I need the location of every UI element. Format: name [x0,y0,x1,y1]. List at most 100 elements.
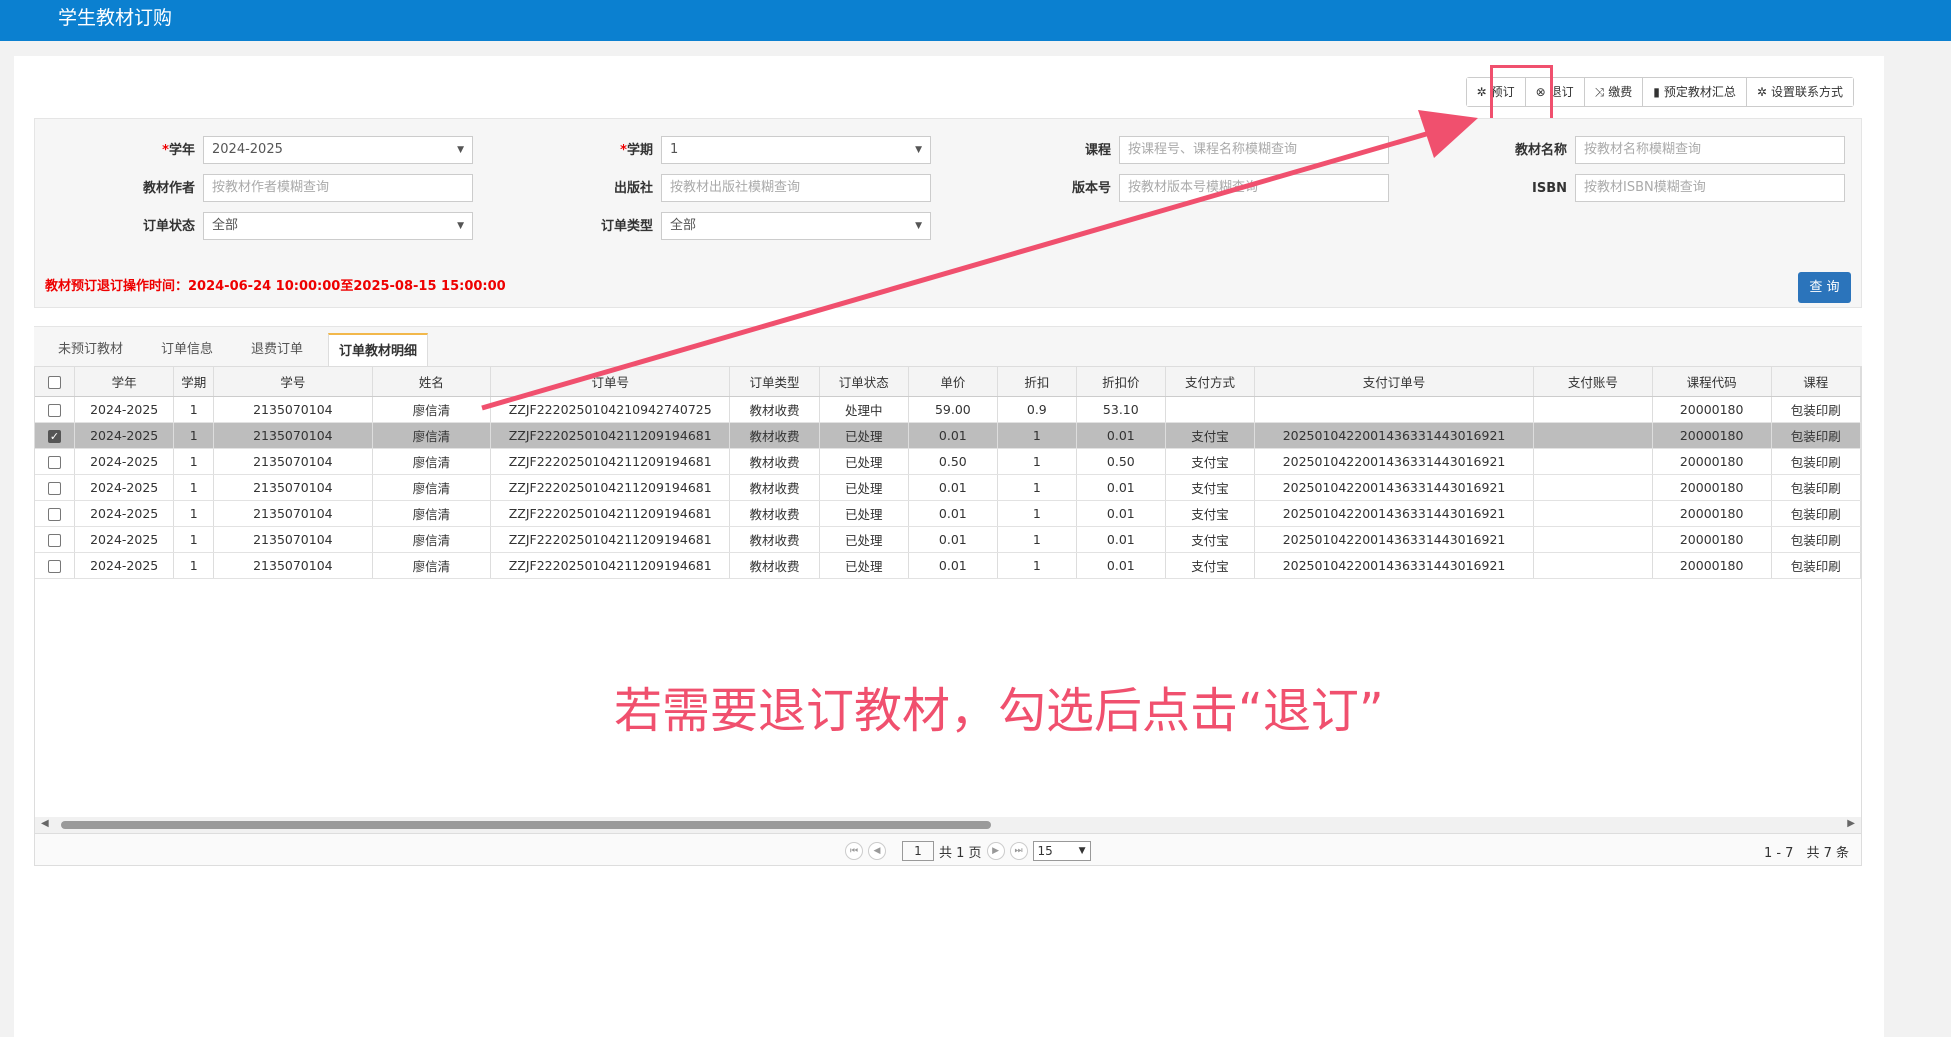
author-label: 教材作者 [142,181,195,196]
table-cell: 包装印刷 [1771,526,1861,553]
column-header[interactable]: 学年 [74,367,175,397]
next-page-icon[interactable]: ▶ [986,842,1005,860]
row-select-cell[interactable] [35,526,75,553]
table-cell: 廖信清 [372,474,492,501]
row-checkbox[interactable] [47,507,61,521]
first-page-icon[interactable]: ⏮ [845,842,863,860]
column-header[interactable]: 姓名 [372,367,492,397]
scroll-left-icon[interactable]: ◀ [41,818,49,829]
isbn-search-input[interactable]: 按教材ISBN模糊查询 [1575,174,1845,202]
table-cell: 20000180 [1652,500,1772,527]
order-details-grid: 学年 学期 学号 姓名 订单号 订单类型 订单状态 单价 折扣 折扣价 支付方式 支付订单号 支付账号课… [34,366,1862,834]
select-all-cell[interactable] [35,367,75,397]
table-cell: 廖信清 [372,526,492,553]
term-select[interactable]: 1 ▼ [661,136,931,164]
table-row[interactable]: 2024-2025 1 2135070104 廖信清 ZZJF2220250104211… [35,500,1861,527]
page-number-input[interactable]: 1 [902,841,934,861]
tab-order-info[interactable]: 订单信息 [151,333,223,367]
query-button[interactable]: 查 询 [1798,272,1851,303]
page-size-select[interactable]: 15 ▼ [1032,841,1091,861]
column-header[interactable]: 单价 [908,367,998,397]
app-title: 学生教材订购 [58,7,173,29]
column-header[interactable]: 课程代码 [1652,367,1772,397]
table-cell: 0.01 [908,526,998,553]
table-row[interactable]: 2024-2025 1 2135070104 廖信清 ZZJF2220250104211… [35,474,1861,501]
column-header[interactable]: 订单类型 [729,367,820,397]
table-cell: 2024-2025 [74,422,175,449]
school-year-select[interactable]: 2024-2025 ▼ [203,136,473,164]
shuffle-icon: ⤨ [1594,85,1605,99]
row-select-cell[interactable] [35,552,75,579]
table-cell: 教材收费 [729,396,820,423]
table-row[interactable]: 2024-2025 1 2135070104 廖信清 ZZJF2220250104210… [35,396,1861,423]
table-cell: 1 [997,500,1077,527]
last-page-icon[interactable]: ⏭ [1009,842,1028,860]
prev-page-icon[interactable]: ◀ [868,842,886,860]
table-cell [1533,526,1653,553]
pay-button[interactable]: ⤨ 缴费 [1584,78,1644,106]
table-cell: 2024-2025 [74,552,175,579]
scroll-right-icon[interactable]: ▶ [1847,818,1855,829]
row-checkbox[interactable] [47,533,61,547]
row-checkbox[interactable] [47,559,61,573]
column-header[interactable]: 折扣价 [1076,367,1166,397]
scrollbar-thumb[interactable] [61,821,991,829]
table-row[interactable]: ✓ 2024-2025 1 2135070104 廖信清 ZZJF222025010421… [35,422,1861,449]
table-cell: 0.01 [1076,422,1166,449]
term-label: *学期 [620,143,653,158]
column-header[interactable]: 订单状态 [819,367,909,397]
table-cell: 59.00 [908,396,998,423]
column-header[interactable]: 支付方式 [1165,367,1256,397]
table-cell: 2135070104 [213,526,373,553]
chevron-down-icon: ▼ [915,221,922,231]
table-cell: 教材收费 [729,474,820,501]
table-cell: 2135070104 [213,422,373,449]
table-cell: 2025010422001436331443016921 [1254,500,1534,527]
order-status-select[interactable]: 全部 ▼ [203,212,473,240]
row-select-cell[interactable] [35,448,75,475]
column-header[interactable]: 学号 [213,367,373,397]
row-checkbox[interactable] [47,455,61,469]
edition-search-input[interactable]: 按教材版本号模糊查询 [1119,174,1389,202]
course-search-input[interactable]: 按课程号、课程名称模糊查询 [1119,136,1389,164]
row-checkbox[interactable]: ✓ [47,429,61,443]
book-summary-button[interactable]: ▮ 预定教材汇总 [1643,78,1747,106]
tab-unreserved-books[interactable]: 未预订教材 [48,333,133,367]
row-checkbox[interactable] [47,403,61,417]
table-row[interactable]: 2024-2025 1 2135070104 廖信清 ZZJF2220250104211… [35,552,1861,579]
column-header[interactable]: 支付订单号 [1254,367,1534,397]
table-cell: 0.01 [908,552,998,579]
table-row[interactable]: 2024-2025 1 2135070104 廖信清 ZZJF2220250104211… [35,526,1861,553]
record-count-info: 1 - 7 共 7 条 [1763,846,1849,861]
column-header[interactable]: 课程 [1771,367,1861,397]
order-details-table: 学年 学期 学号 姓名 订单号 订单类型 订单状态 单价 折扣 折扣价 支付方式 支付订单号 支付账号课… [35,367,1861,579]
column-header[interactable]: 学期 [173,367,215,397]
publisher-label: 出版社 [613,181,653,196]
table-row[interactable]: 2024-2025 1 2135070104 廖信清 ZZJF2220250104211… [35,448,1861,475]
row-checkbox[interactable] [47,481,61,495]
contact-settings-button[interactable]: ✲ 设置联系方式 [1746,78,1853,106]
total-pages-text: 共 1 页 [939,845,982,861]
select-all-checkbox[interactable] [47,375,61,389]
horizontal-scrollbar[interactable]: ◀ ▶ [35,817,1861,833]
publisher-search-input[interactable]: 按教材出版社模糊查询 [661,174,931,202]
tab-refund-orders[interactable]: 退费订单 [241,333,313,367]
gear-icon: ✲ [1476,85,1487,99]
column-header[interactable]: 支付账号 [1533,367,1653,397]
row-select-cell[interactable]: ✓ [35,422,75,449]
table-cell: 1 [173,500,215,527]
order-type-select[interactable]: 全部 ▼ [661,212,931,240]
table-cell: 2135070104 [213,396,373,423]
row-select-cell[interactable] [35,396,75,423]
table-cell: 已处理 [819,552,909,579]
book-name-search-input[interactable]: 按教材名称模糊查询 [1575,136,1845,164]
table-cell: 20000180 [1652,396,1772,423]
row-select-cell[interactable] [35,474,75,501]
author-search-input[interactable]: 按教材作者模糊查询 [203,174,473,202]
column-header[interactable]: 订单号 [490,367,731,397]
table-cell: 教材收费 [729,422,820,449]
tab-order-book-details[interactable]: 订单教材明细 [328,333,429,367]
tab-bar: 未预订教材 订单信息 退费订单 订单教材明细 [34,326,1862,367]
row-select-cell[interactable] [35,500,75,527]
column-header[interactable]: 折扣 [997,367,1077,397]
